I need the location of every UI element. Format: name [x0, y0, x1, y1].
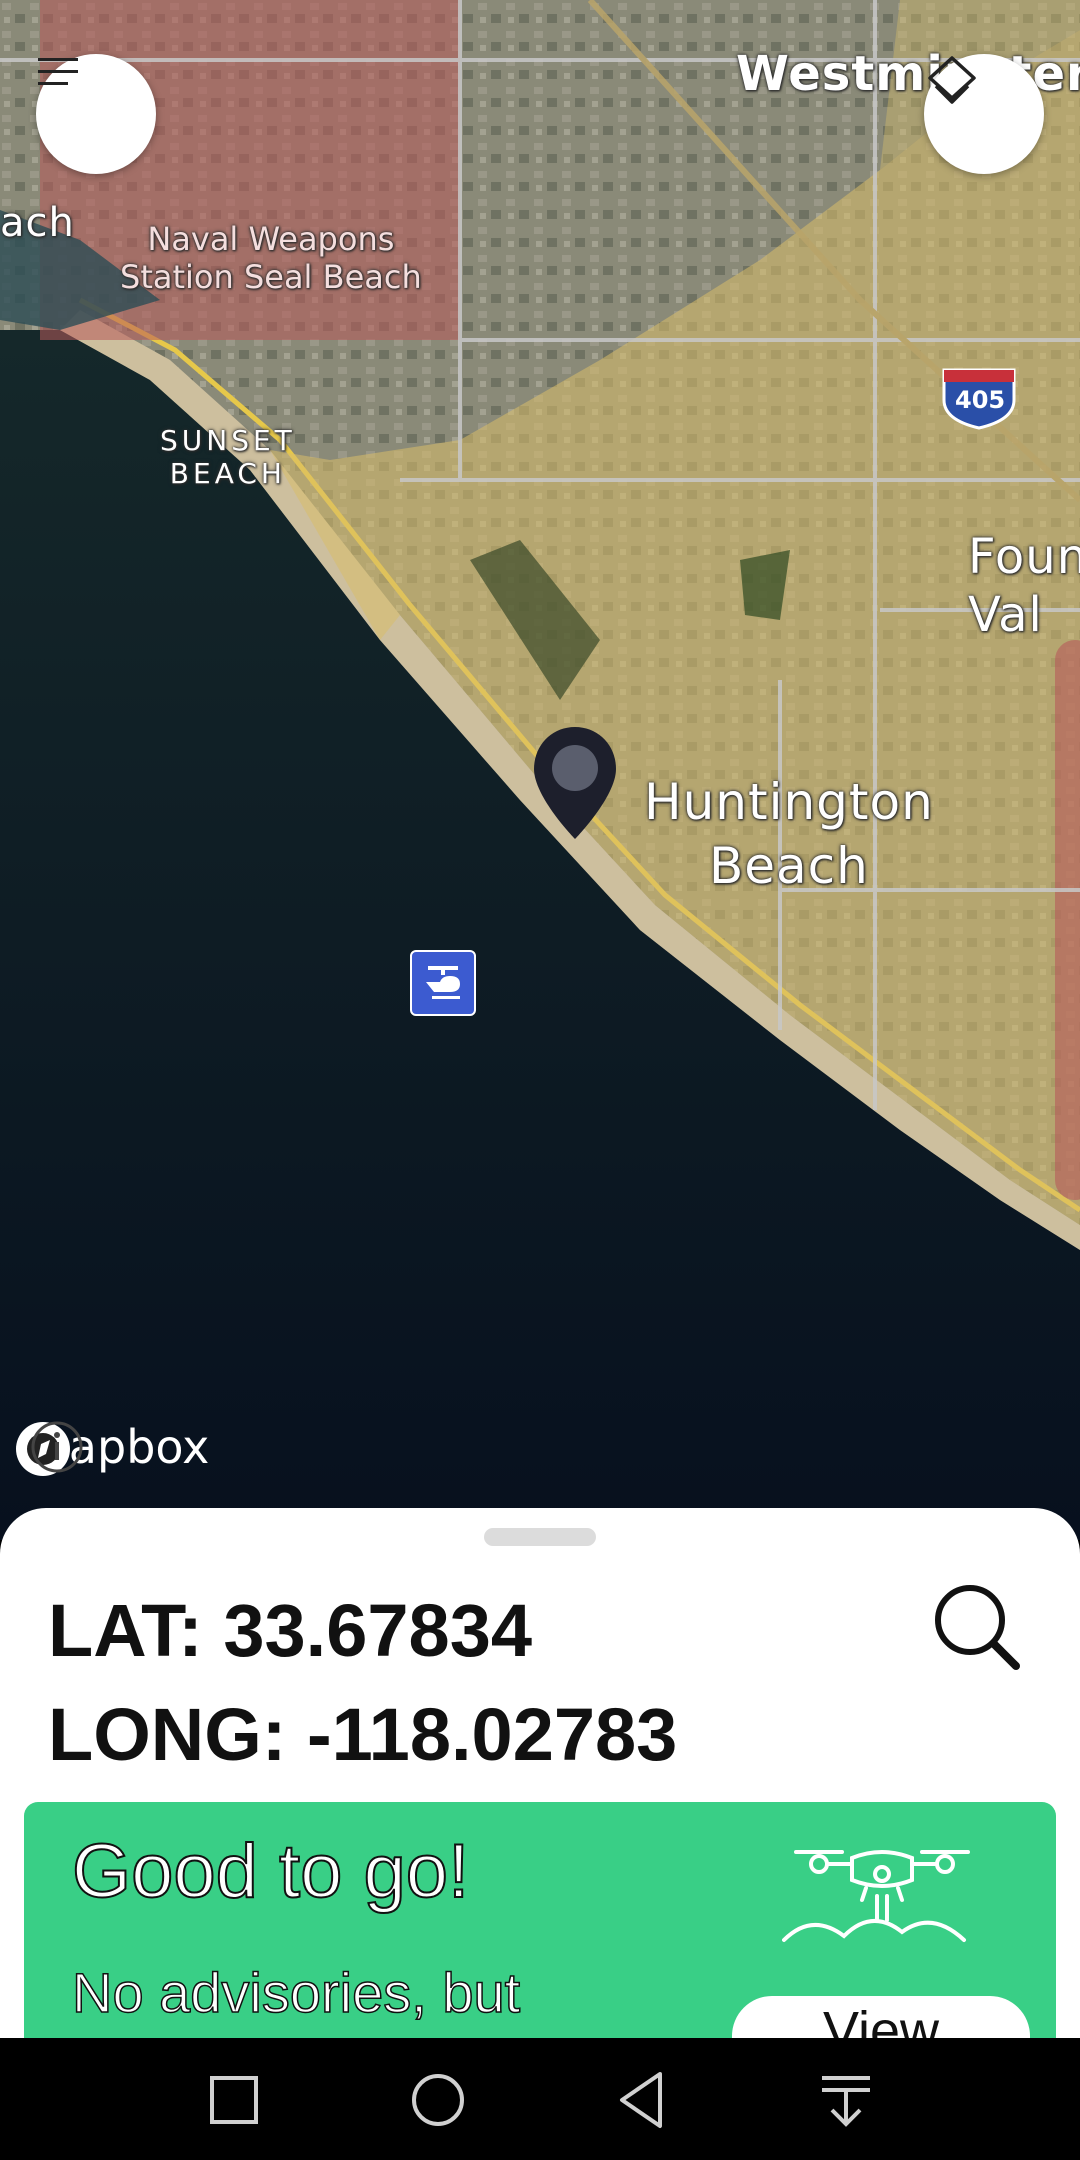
info-icon[interactable]: [30, 1420, 84, 1474]
search-icon: [935, 1585, 1020, 1670]
layers-button[interactable]: [924, 54, 1044, 174]
status-title: Good to go!: [71, 1828, 470, 1915]
view-button[interactable]: View: [732, 1996, 1030, 2038]
location-pin-icon[interactable]: [532, 725, 618, 841]
system-navigation-bar: [0, 2038, 1080, 2160]
home-icon: [412, 2074, 464, 2126]
latitude-readout: LAT: 33.67834: [48, 1589, 532, 1672]
helicopter-icon[interactable]: [410, 950, 476, 1016]
recents-button[interactable]: [196, 2062, 272, 2138]
map-label-seal-beach: ach: [0, 200, 75, 246]
home-button[interactable]: [400, 2062, 476, 2138]
status-card[interactable]: Good to go! No advisories, but View: [24, 1802, 1056, 2038]
map-label-fountain-valley: Foun Val: [968, 529, 1080, 643]
layers-icon: [928, 56, 976, 104]
map-label-naval-weapons: Naval Weapons Station Seal Beach: [120, 220, 422, 296]
menu-icon: [38, 58, 78, 85]
map-label-interstate-405: 405: [955, 386, 1006, 414]
menu-button[interactable]: [36, 54, 156, 174]
search-button[interactable]: [928, 1578, 1028, 1678]
longitude-readout: LONG: -118.02783: [48, 1693, 678, 1776]
notifications-pull-button[interactable]: [808, 2062, 884, 2138]
mapbox-logo: mapbox: [14, 1420, 209, 1476]
status-description: No advisories, but: [71, 1960, 521, 2025]
back-button[interactable]: [604, 2062, 680, 2138]
sheet-drag-handle[interactable]: [484, 1528, 596, 1546]
drone-icon: [782, 1850, 970, 1942]
map-label-sunset-beach: SUNSET BEACH: [160, 424, 296, 490]
map-view[interactable]: Westminster ach Naval Weapons Station Se…: [0, 0, 1080, 1540]
back-icon: [620, 2072, 662, 2128]
notifications-pull-icon: [822, 2076, 870, 2127]
bottom-sheet[interactable]: LAT: 33.67834 LONG: -118.02783 Good to g…: [0, 1508, 1080, 2038]
recents-icon: [210, 2076, 258, 2124]
map-label-huntington-beach: Huntington Beach: [644, 773, 934, 895]
